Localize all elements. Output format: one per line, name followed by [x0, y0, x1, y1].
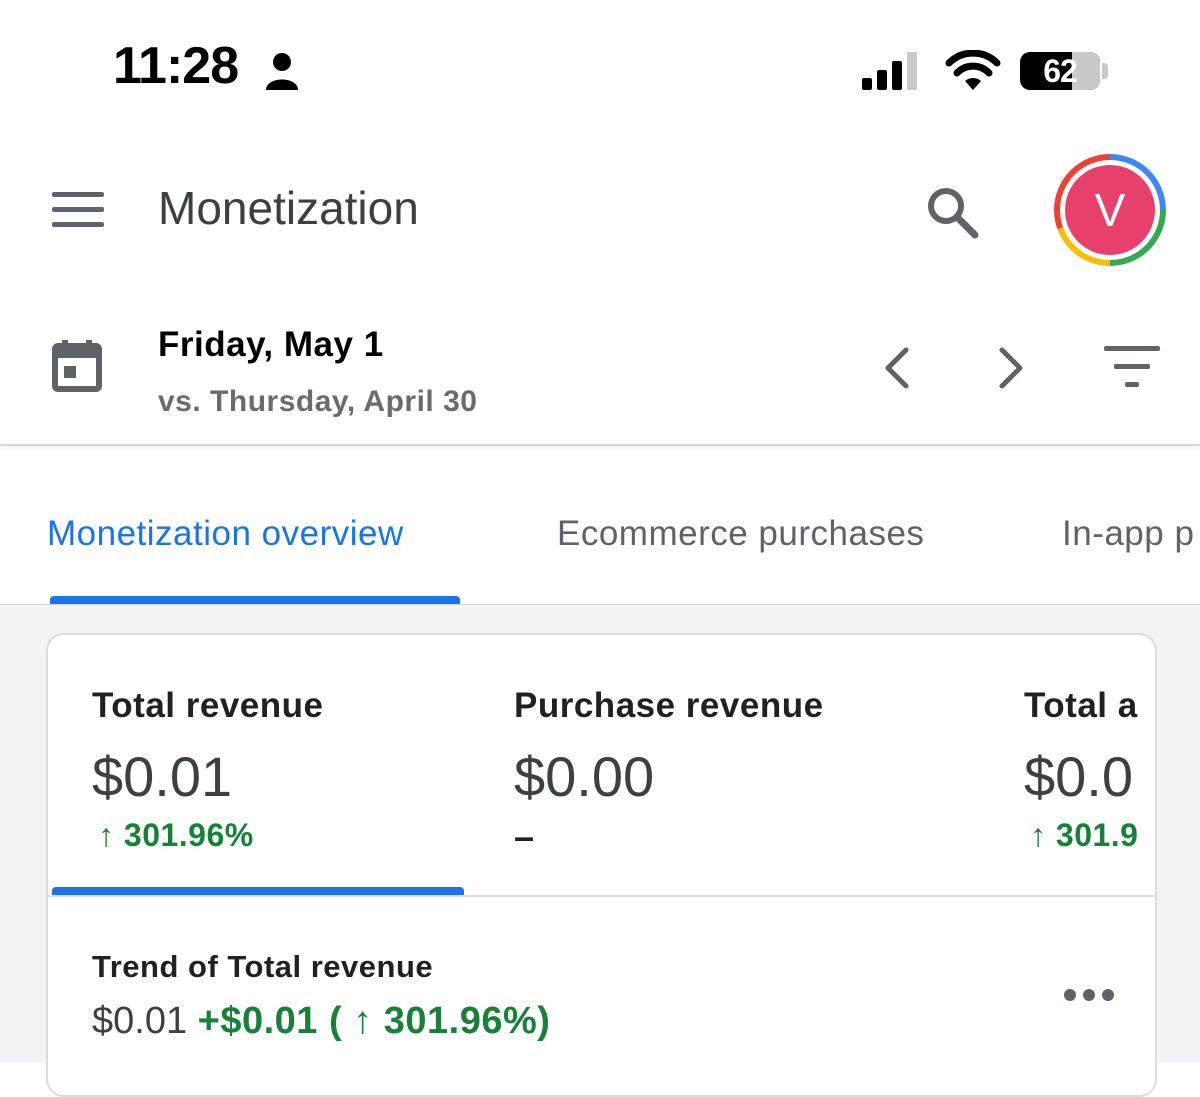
trend-value: $0.01 [92, 1000, 188, 1042]
tab-ecommerce-purchases[interactable]: Ecommerce purchases [557, 512, 924, 556]
active-tab-indicator [50, 596, 460, 604]
filter-icon[interactable] [1104, 346, 1160, 388]
metric-label: Total revenue [92, 686, 324, 725]
metric-change: – [514, 816, 535, 857]
search-icon[interactable] [922, 182, 982, 242]
tab-in-app-purchases[interactable]: In-app p [1062, 512, 1194, 556]
date-range-primary[interactable]: Friday, May 1 [158, 324, 384, 366]
chevron-left-icon[interactable] [878, 342, 918, 394]
tab-monetization-overview[interactable]: Monetization overview [47, 512, 404, 556]
metric-value: $0.01 [92, 745, 233, 808]
metric-label: Total a [1024, 686, 1138, 725]
battery-level: 62 [1043, 53, 1078, 89]
date-range-comparison[interactable]: vs. Thursday, April 30 [158, 382, 477, 422]
battery-icon: 62 [1020, 52, 1100, 90]
metric-change: ↑ 301.9 [1030, 817, 1139, 853]
selected-metric-indicator [52, 887, 464, 895]
chevron-right-icon[interactable] [990, 342, 1030, 394]
battery-cap [1102, 63, 1108, 79]
menu-icon[interactable] [52, 192, 104, 228]
trend-title: Trend of Total revenue [92, 949, 434, 984]
page-title: Monetization [158, 182, 419, 234]
metric-value: $0.0 [1024, 745, 1133, 808]
person-icon [266, 53, 298, 90]
cellular-signal-icon [862, 52, 917, 90]
wifi-icon [945, 50, 1001, 90]
metric-change: ↑ 301.96% [98, 817, 254, 853]
card-divider [48, 895, 1155, 897]
status-time: 11:28 [113, 37, 239, 95]
account-avatar-button[interactable]: V [1054, 154, 1166, 266]
metric-total-ad-revenue[interactable]: Total a $0.0 ↑ 301.9 [974, 635, 1155, 887]
calendar-icon[interactable] [52, 340, 102, 392]
header-divider [0, 444, 1200, 446]
metric-value: $0.00 [514, 745, 655, 808]
trend-summary: $0.01 +$0.01 ( ↑ 301.96%) [92, 999, 550, 1043]
metrics-card: Total revenue $0.01 ↑ 301.96% Purchase r… [46, 633, 1157, 1097]
trend-delta: +$0.01 ( ↑ 301.96%) [197, 1000, 551, 1042]
avatar: V [1065, 165, 1155, 255]
metric-total-revenue[interactable]: Total revenue $0.01 ↑ 301.96% [48, 635, 464, 887]
metric-purchase-revenue[interactable]: Purchase revenue $0.00 – [464, 635, 974, 887]
metric-label: Purchase revenue [514, 686, 824, 725]
more-options-icon[interactable] [1064, 989, 1114, 1003]
